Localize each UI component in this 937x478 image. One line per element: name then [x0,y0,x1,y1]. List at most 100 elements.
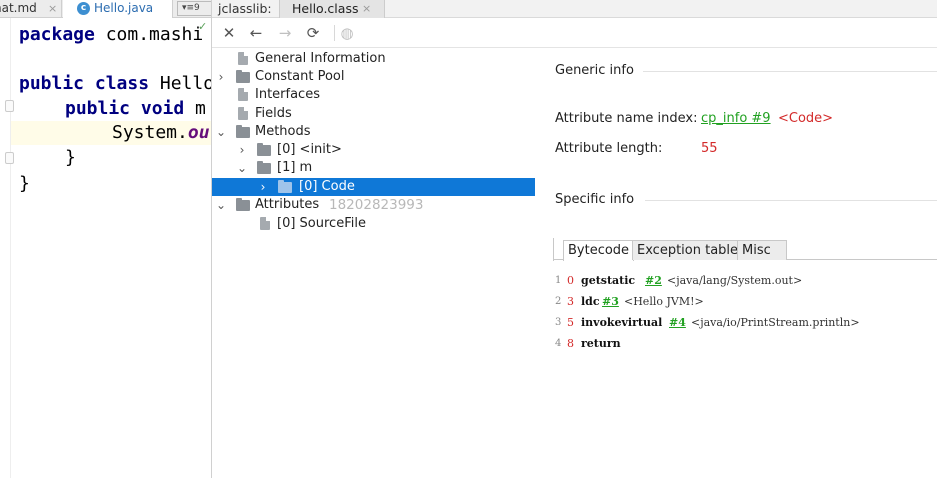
tab-bytecode[interactable]: Bytecode [563,240,635,261]
tree-item-fields[interactable]: Fields [212,105,532,123]
tree-item-label: General Information [255,51,386,66]
gutter-divider [10,18,11,478]
chevron-right-icon[interactable]: › [236,141,248,159]
line-number: 3 [555,317,562,328]
tree-item-label: Constant Pool [255,69,345,84]
keyword: public void [65,98,185,119]
forward-arrow-icon[interactable]: → [274,22,296,44]
bytecode-ref-link[interactable]: #4 [669,313,686,333]
tab-list-dropdown[interactable]: ▾≡9 [177,1,211,16]
class-structure-tree: General Information › Constant Pool Inte… [212,48,535,478]
folder-icon [236,125,250,138]
back-arrow-icon[interactable]: ← [245,22,267,44]
section-divider [643,71,937,72]
specific-info-title: Specific info [555,192,635,207]
code-field: ou [187,122,210,143]
tab-hello-java[interactable]: c Hello.java [63,0,173,18]
keyword: public class [19,73,150,94]
bytecode-row[interactable]: 3 5 invokevirtual #4 <java/io/PrintStrea… [555,313,935,333]
tab-nat-md[interactable]: nat.md × [0,0,62,18]
close-icon[interactable]: ✕ [218,22,240,44]
section-divider [645,200,937,201]
web-icon[interactable]: ◍ [336,22,358,44]
bytecode-opcode: invokevirtual [581,316,663,329]
bytecode-comment: <java/io/PrintStream.println> [691,316,860,329]
file-icon [260,217,270,230]
tree-item-attributes[interactable]: ⌄ Attributes [212,196,322,214]
folder-icon [257,161,271,174]
bytecode-offset: 5 [567,316,574,329]
attr-length-label: Attribute length: [555,141,663,156]
code-line-6[interactable]: } [65,146,76,170]
tree-item-label: [1] m [277,160,313,175]
line-number: 2 [555,296,562,307]
tab-misc[interactable]: Misc [737,240,787,260]
generic-info-title: Generic info [555,63,634,78]
keyword: package [19,24,95,45]
refresh-icon[interactable]: ⟳ [302,22,324,44]
folder-icon [236,198,250,211]
tree-item-sourcefile[interactable]: [0] SourceFile [212,215,532,233]
bytecode-offset: 3 [567,295,574,308]
folder-icon [257,143,271,156]
tab-exception-table[interactable]: Exception table [632,240,744,260]
tree-item-methods[interactable]: ⌄ Methods [212,123,532,141]
tree-item-code-selected[interactable]: › [0] Code [212,178,535,196]
tree-item-constant-pool[interactable]: › Constant Pool [212,68,532,86]
code-text: com.mashi [94,24,204,45]
code-line-7[interactable]: } [19,172,30,196]
tree-item-label: Methods [255,124,311,139]
tree-item-label: [0] SourceFile [277,216,366,231]
code-line-1[interactable]: package com.mashi [19,23,203,47]
panel-title: jclasslib: [218,1,272,16]
code-editor[interactable]: nat.md × c Hello.java ▾≡9 ✓ package com.… [0,0,212,478]
tree-item-interfaces[interactable]: Interfaces [212,86,532,104]
detail-pane: Generic info Attribute name index: cp_in… [535,48,937,478]
chevron-right-icon[interactable]: › [257,178,269,196]
tree-item-m[interactable]: ⌄ [1] m [212,159,532,177]
bytecode-opcode: getstatic [581,274,636,287]
tab-hello-class[interactable]: Hello.class × [279,0,385,18]
close-icon[interactable]: × [48,0,57,17]
toolbar-separator [334,25,335,41]
tree-item-label: Interfaces [255,87,320,102]
line-number: 4 [555,338,562,349]
chevron-right-icon[interactable]: › [215,68,227,86]
bytecode-offset: 0 [567,274,574,287]
bytecode-offset: 8 [567,337,574,350]
bytecode-ref-link[interactable]: #3 [602,292,619,312]
code-line-5[interactable]: System.ou [112,121,210,145]
attr-name-index-label: Attribute name index: [555,111,698,126]
code-line-4[interactable]: public void m [65,97,206,121]
tree-item-label: [0] Code [299,179,355,194]
attr-name-index-link[interactable]: cp_info #9 [701,111,771,126]
bytecode-opcode: ldc [581,295,600,308]
fold-marker-icon[interactable] [5,152,14,164]
tab-label: Hello.java [94,1,154,15]
chevron-down-icon[interactable]: ⌄ [236,159,248,177]
tree-item-general-information[interactable]: General Information [212,50,532,68]
bytecode-tab-strip: Bytecode Exception table Misc [553,238,937,261]
bytecode-row[interactable]: 1 0 getstatic #2 <java/lang/System.out> [555,271,935,291]
bytecode-row[interactable]: 2 3 ldc #3 <Hello JVM!> [555,292,935,312]
chevron-down-icon[interactable]: ⌄ [215,123,227,141]
file-icon [238,107,248,120]
tab-label: Hello.class [292,1,359,16]
bytecode-ref-link[interactable]: #2 [645,271,662,291]
toolbar: ✕ ← → ⟳ ◍ [212,18,937,48]
close-icon[interactable]: × [362,0,371,17]
jclasslib-panel: jclasslib: Hello.class × ✕ ← → ⟳ ◍ Gener… [212,0,937,478]
tree-item-init[interactable]: › [0] <init> [212,141,532,159]
tab-label: nat.md [0,1,37,15]
attr-name-value: <Code> [778,111,834,126]
code-text: System. [112,122,188,143]
bytecode-row[interactable]: 4 8 return [555,334,935,354]
folder-icon [278,180,292,193]
code-text: Hello [149,73,212,94]
bytecode-comment: <java/lang/System.out> [667,274,803,287]
chevron-down-icon[interactable]: ⌄ [215,196,227,214]
code-line-3[interactable]: public class Hello [19,72,212,96]
fold-marker-icon[interactable] [5,100,14,112]
file-icon [238,52,248,65]
tree-item-label: Attributes [255,197,320,212]
